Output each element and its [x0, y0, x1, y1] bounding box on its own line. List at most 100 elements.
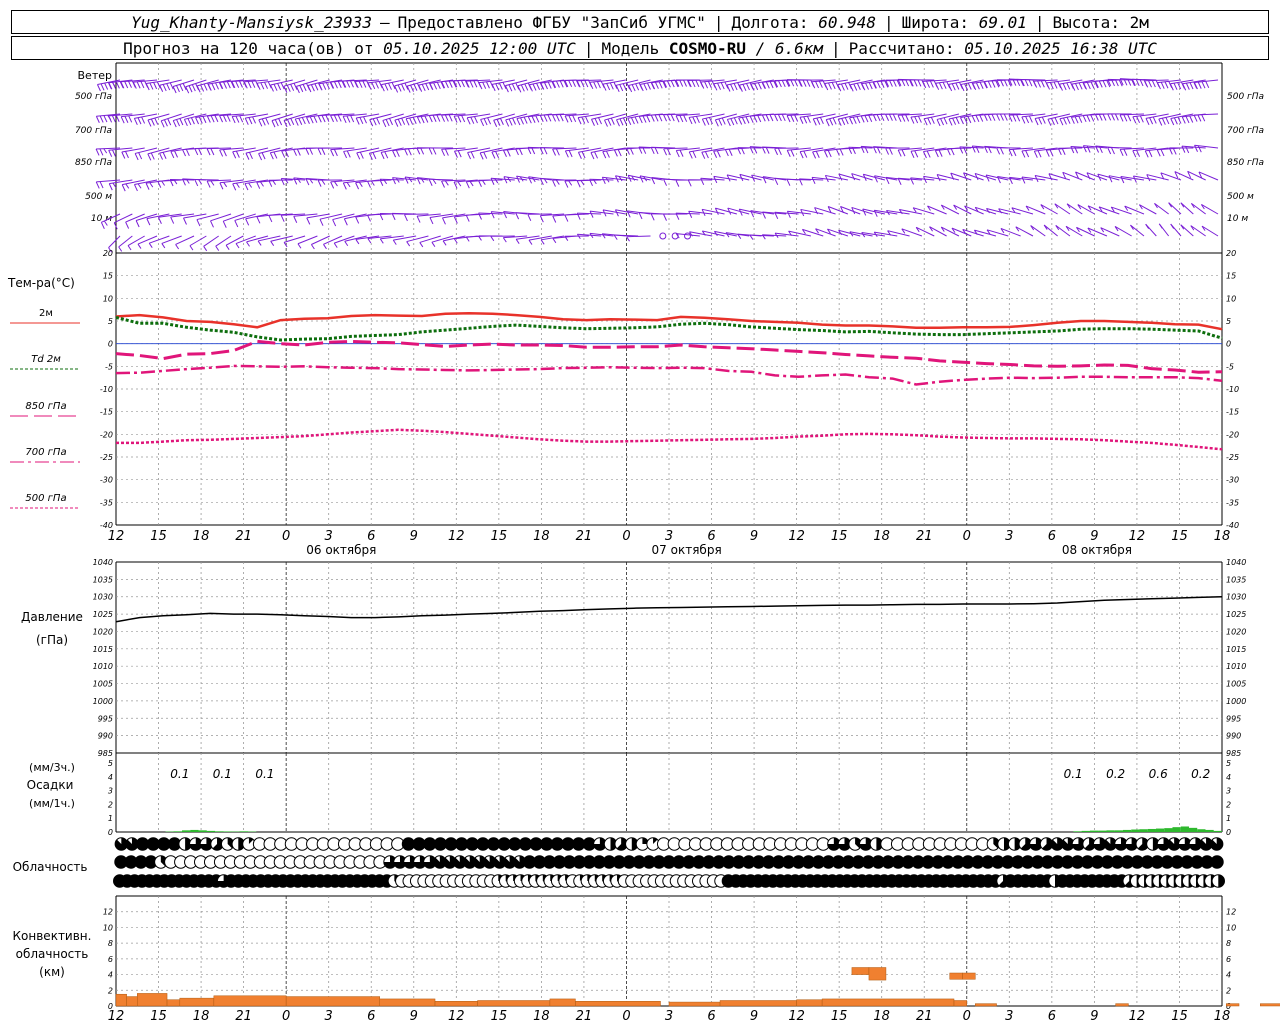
wind-barb-flag: [249, 152, 253, 160]
wind-barb-flag: [613, 149, 618, 157]
wind-barb-flag: [265, 117, 270, 125]
precip-3h-total: 0.2: [1106, 767, 1125, 781]
wind-barb-flag: [967, 82, 972, 90]
time-tick-lower: 21: [235, 1009, 252, 1024]
wind-barb-flag: [516, 118, 521, 126]
wind-barb-flag: [1082, 115, 1087, 123]
temperature-panel-ytick-right: 5: [1226, 317, 1231, 326]
wind-barb: [466, 213, 491, 216]
wind-barb-flag: [955, 82, 960, 90]
wind-barb-flag: [824, 150, 828, 158]
wind-barb-flag: [232, 183, 237, 191]
convective-bar: [851, 967, 870, 975]
wind-barb-flag: [692, 151, 697, 159]
wind-barb-flag: [930, 116, 935, 124]
wind-barb-flag: [917, 79, 922, 87]
wind-barb-flag: [1062, 83, 1067, 91]
pressure-panel-ytick-right: 1030: [1226, 593, 1246, 602]
wind-barb-flag: [293, 177, 298, 185]
wind-barb-flag: [334, 81, 338, 89]
wind-barb-flag: [124, 81, 129, 89]
wind-barb-flag: [260, 82, 265, 90]
wind-barb: [215, 235, 232, 247]
wind-barb: [986, 208, 1009, 215]
wind-barb-flag: [849, 117, 854, 125]
wind-barb-flag: [1053, 81, 1058, 89]
wind-barb-flag: [145, 83, 150, 91]
wind-barb-flag: [1098, 113, 1103, 121]
precip-3h-total: 0.1: [213, 767, 232, 781]
wind-barb-flag: [683, 114, 688, 122]
wind-barb-flag: [428, 147, 433, 155]
wind-barb-flag: [421, 84, 426, 92]
wind-barb-flag: [688, 211, 693, 218]
wind-barb-flag: [701, 118, 706, 126]
wind-barb-flag: [313, 115, 318, 123]
wind-barb-flag: [564, 180, 569, 188]
wind-barb-flag: [306, 217, 311, 225]
wind-barb-flag: [375, 81, 379, 89]
wind-barb-flag: [95, 181, 100, 189]
wind-barb-flag: [1111, 113, 1115, 121]
wind-barb: [137, 235, 158, 245]
wind-barb-flag: [691, 80, 696, 88]
wind-barb-flag: [831, 82, 836, 90]
wind-barb-flag: [473, 80, 478, 88]
wind-barb-flag: [646, 115, 651, 123]
wind-barb-flag: [280, 215, 285, 222]
wind-barb-flag: [730, 118, 735, 126]
wind-barb-flag: [943, 117, 948, 125]
wind-barb-flag: [147, 119, 152, 127]
temperature-legend-label: 2м: [39, 308, 53, 319]
wind-barb-flag: [245, 152, 250, 160]
wind-barb-flag: [141, 116, 146, 124]
wind-barb-flag: [1074, 116, 1079, 124]
time-tick-lower: 18: [533, 1009, 550, 1024]
wind-barb-flag: [663, 114, 667, 122]
wind-level-left: 700 гПа: [75, 126, 112, 136]
wind-barb-flag: [444, 81, 449, 89]
wind-barb-flag: [803, 150, 808, 158]
wind-barb-flag: [395, 150, 400, 157]
wind-barb-flag: [1025, 150, 1030, 158]
wind-barb-flag: [161, 243, 166, 249]
time-tick-upper: 12: [448, 529, 465, 544]
wind-barb-flag: [750, 83, 755, 91]
wind-barb-flag: [268, 215, 273, 223]
wind-barb-flag: [619, 84, 624, 92]
wind-barb-flag: [610, 117, 615, 125]
wind-barb-flag: [222, 220, 227, 228]
wind-barb-flag: [786, 211, 791, 218]
convective-bar: [975, 1003, 997, 1007]
wind-barb-flag: [457, 80, 462, 88]
wind-barb-flag: [844, 117, 849, 125]
wind-barb-flag: [355, 239, 360, 245]
wind-barb-flag: [926, 150, 931, 158]
wind-barb-flag: [942, 81, 947, 89]
wind-barb-flag: [95, 116, 100, 123]
precip-bar: [1172, 827, 1181, 832]
wind-barb-flag: [837, 118, 842, 126]
wind-barb-flag: [346, 150, 351, 158]
wind-barb-flag: [256, 216, 261, 224]
wind-barb-flag: [490, 178, 495, 185]
wind-barb-flag: [317, 179, 322, 187]
wind-barb-flag: [495, 151, 500, 159]
wind-barb-flag: [841, 118, 846, 126]
wind-barb-flag: [619, 118, 624, 126]
wind-barb-flag: [157, 217, 162, 224]
wind-barb-flag: [572, 115, 577, 122]
temperature-panel-ytick-left: 0: [108, 340, 113, 349]
time-tick-lower: 6: [1048, 1009, 1056, 1024]
wind-barb-flag: [482, 81, 487, 89]
wind-barb-flag: [774, 178, 779, 186]
wind-barb: [614, 234, 639, 237]
temperature-panel-ytick-left: -5: [105, 362, 113, 371]
wind-barb-flag: [811, 81, 816, 89]
wind-barb-flag: [757, 115, 762, 123]
precip-bar: [1122, 829, 1132, 832]
time-tick-upper: 9: [410, 529, 418, 544]
wind-barb-flag: [594, 118, 599, 126]
wind-barb-flag: [478, 82, 483, 90]
wind-barb-flag: [1120, 176, 1125, 184]
